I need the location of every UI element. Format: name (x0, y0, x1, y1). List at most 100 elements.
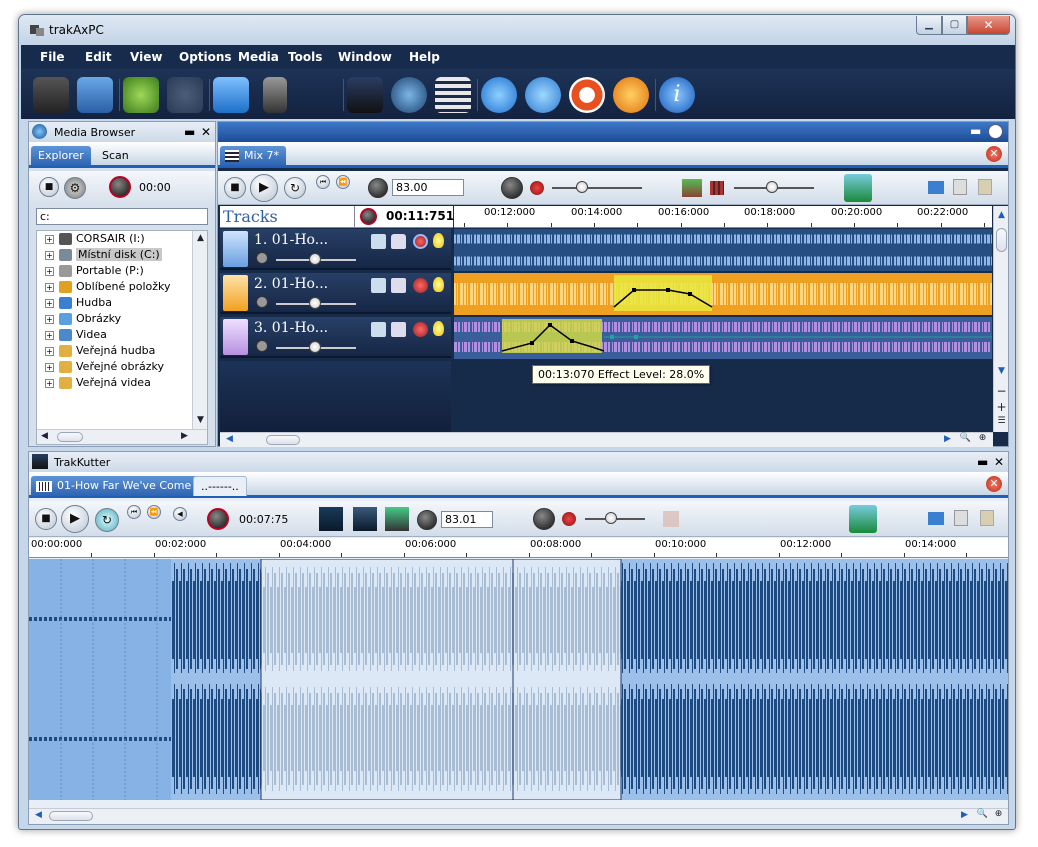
track-lane[interactable] (454, 317, 992, 359)
tree-item[interactable]: + Místní disk (C:) (45, 248, 162, 263)
trakkutter-timeline-ruler[interactable]: 00:00:000 00:02:000 00:04:000 00:06:000 … (29, 538, 1008, 558)
scroll-right-icon[interactable]: ▶ (940, 434, 955, 444)
maximize-button[interactable]: ▢ (942, 16, 967, 35)
tree-item[interactable]: + Videa (45, 328, 107, 343)
pan-slider-thumb[interactable] (766, 181, 778, 193)
scroll-left-icon[interactable]: ◀ (31, 810, 46, 820)
track-lane[interactable] (454, 229, 992, 271)
rewind-start-icon[interactable]: ⏮ (127, 505, 141, 519)
trakkutter-waveform[interactable] (29, 558, 1008, 801)
copy-icon[interactable] (954, 510, 968, 526)
mute-icon[interactable] (413, 278, 428, 293)
cut-icon[interactable] (385, 507, 409, 531)
solo-bulb-icon[interactable] (433, 321, 444, 336)
tab-audio-file[interactable]: 01-How Far We've Come (31, 476, 199, 496)
loop-icon[interactable]: ↻ (95, 508, 119, 532)
tab-explorer[interactable]: Explorer (31, 146, 91, 166)
previous-icon[interactable]: ◀ (173, 507, 187, 521)
track-volume-thumb[interactable] (309, 253, 321, 265)
zoom-out-icon[interactable]: 🔍 (958, 433, 973, 443)
track-pan-knob-icon[interactable] (256, 296, 268, 308)
lock-icon[interactable] (391, 234, 406, 249)
zoom-in-vertical-icon[interactable]: + (994, 400, 1009, 414)
zoom-in-icon[interactable]: ⊕ (991, 809, 1006, 819)
track-volume-thumb[interactable] (309, 297, 321, 309)
cd-icon[interactable] (301, 77, 337, 113)
panel-close-icon[interactable]: ✕ (994, 455, 1004, 469)
stop-icon[interactable]: ■ (35, 508, 57, 530)
trakkutter-icon[interactable] (347, 77, 383, 113)
list-icon[interactable] (435, 77, 471, 113)
tree-item[interactable]: + CORSAIR (I:) (45, 232, 145, 247)
folder-icon[interactable] (928, 512, 944, 525)
track-color-chip[interactable] (223, 231, 248, 267)
spectrum-icon[interactable] (319, 507, 343, 531)
scroll-thumb[interactable] (266, 435, 300, 445)
globe-icon[interactable] (525, 77, 561, 113)
zoom-out-vertical-icon[interactable]: − (994, 384, 1009, 398)
track-fx-icon[interactable] (371, 234, 386, 249)
tree-horizontal-scrollbar[interactable]: ◀ ▶ (37, 429, 207, 444)
panel-restore-icon[interactable]: ▬ (977, 455, 988, 469)
solo-bulb-icon[interactable] (433, 233, 444, 248)
rewind-start-icon[interactable]: ⏮ (316, 175, 330, 189)
scroll-left-icon[interactable]: ◀ (37, 431, 52, 441)
volume-slider-track[interactable] (552, 187, 642, 189)
record-icon[interactable] (562, 512, 576, 526)
lock-icon[interactable] (391, 278, 406, 293)
track-header[interactable]: 2. 01-Ho... (220, 273, 451, 314)
track-fx-icon[interactable] (371, 278, 386, 293)
microphone-icon[interactable] (263, 77, 287, 113)
undo-icon[interactable] (123, 77, 159, 113)
info-icon[interactable]: i (659, 77, 695, 113)
scroll-up-icon[interactable]: ▲ (994, 210, 1009, 220)
panel-restore-icon[interactable]: ▬ (970, 124, 981, 138)
menu-options[interactable]: Options (179, 50, 232, 64)
minimize-button[interactable]: ▁ (916, 16, 942, 35)
fade-icon[interactable] (353, 507, 377, 531)
menu-edit[interactable]: Edit (85, 50, 112, 64)
track-header[interactable]: 3. 01-Ho... (220, 317, 451, 358)
export-music-icon[interactable] (844, 174, 872, 202)
master-volume-knob-icon[interactable] (501, 177, 523, 199)
update-icon[interactable] (613, 77, 649, 113)
mix-timeline-ruler[interactable]: 00:12:000 00:14:000 00:16:000 00:18:000 … (454, 206, 992, 228)
lock-icon[interactable] (391, 322, 406, 337)
position-knob-icon[interactable] (360, 208, 377, 225)
volume-slider-thumb[interactable] (576, 181, 588, 193)
track-color-chip[interactable] (223, 319, 248, 355)
zoom-in-icon[interactable]: ⊕ (975, 433, 990, 443)
scroll-thumb[interactable] (57, 432, 83, 442)
menu-help[interactable]: Help (409, 50, 440, 64)
tempo-field[interactable]: 83.00 (392, 179, 464, 196)
rewind-icon[interactable]: ⏪ (336, 175, 350, 189)
panel-restore-icon[interactable]: ▬ (184, 125, 195, 139)
tree-item[interactable]: + Veřejná videa (45, 376, 151, 391)
help-icon[interactable] (481, 77, 517, 113)
list-view-icon[interactable]: ☰ (994, 416, 1009, 426)
tree-item[interactable]: + Oblíbené položky (45, 280, 171, 295)
tab-empty[interactable]: ..------.. (193, 476, 247, 496)
clock-icon[interactable] (988, 124, 1003, 139)
play-icon[interactable]: ▶ (250, 174, 278, 202)
tree-item[interactable]: + Veřejné obrázky (45, 360, 164, 375)
tree-item[interactable]: + Hudba (45, 296, 112, 311)
folder-icon[interactable] (928, 181, 944, 194)
tempo-field[interactable]: 83.01 (441, 511, 493, 528)
mute-icon[interactable] (413, 234, 428, 249)
monitor-icon[interactable] (213, 77, 249, 113)
save-icon[interactable] (33, 77, 69, 113)
tree-vertical-scrollbar[interactable]: ▲ ▼ (192, 231, 207, 429)
solo-bulb-icon[interactable] (433, 277, 444, 292)
mute-icon[interactable] (413, 322, 428, 337)
rewind-icon[interactable]: ⏪ (147, 505, 161, 519)
radar-icon[interactable] (391, 77, 427, 113)
volume-slider-thumb[interactable] (605, 512, 617, 524)
tempo-knob-icon[interactable] (417, 510, 437, 530)
tree-item[interactable]: + Obrázky (45, 312, 121, 327)
record-icon[interactable] (530, 181, 544, 195)
volume-knob-icon[interactable] (109, 176, 131, 198)
tab-scan[interactable]: Scan (95, 146, 136, 166)
track-volume-thumb[interactable] (309, 341, 321, 353)
menu-tools[interactable]: Tools (288, 50, 322, 64)
